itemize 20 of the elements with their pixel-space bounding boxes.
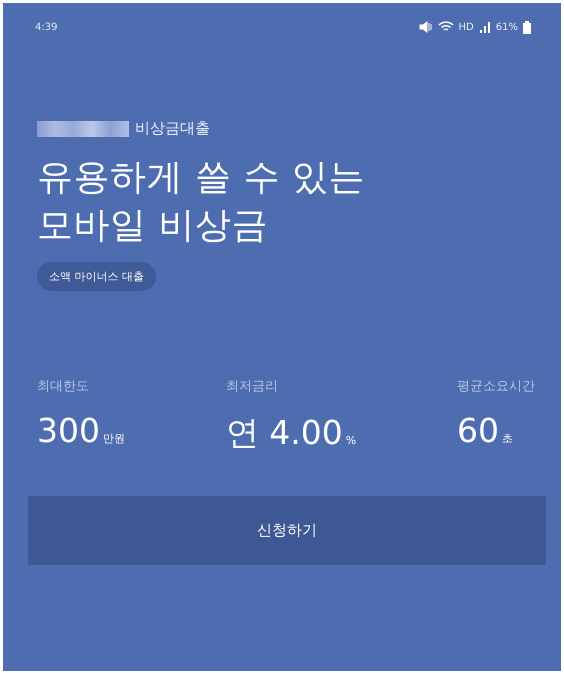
- signal-icon: [478, 21, 491, 33]
- battery-icon: [523, 20, 531, 34]
- loan-type-tag: 소액 마이너스 대출: [37, 262, 156, 291]
- wifi-icon: [438, 21, 454, 33]
- battery-level: 61%: [496, 22, 518, 32]
- network-label: HD: [458, 22, 474, 32]
- stat-value: 연 4.00: [226, 412, 343, 454]
- stat-label: 평균소요시간: [456, 378, 535, 395]
- headline: 유용하게 쓸 수 있는: [37, 156, 365, 200]
- stat-unit: 만원: [103, 431, 125, 446]
- stat-label: 최저금리: [226, 378, 279, 395]
- stat-unit: 초: [502, 431, 513, 446]
- stat-unit: %: [346, 434, 356, 447]
- headline: 모바일 비상금: [37, 204, 268, 248]
- status-time: 4:39: [35, 22, 58, 32]
- stat-value: 300: [37, 411, 100, 450]
- product-name: 비상금대출: [135, 119, 210, 138]
- apply-button[interactable]: 신청하기: [28, 496, 546, 565]
- stat-value: 60: [456, 411, 499, 450]
- stat-label: 최대한도: [37, 378, 90, 395]
